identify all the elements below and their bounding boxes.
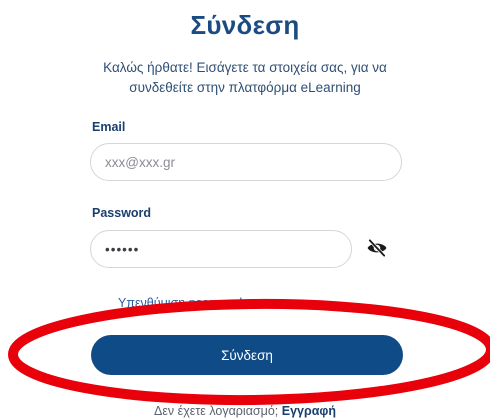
email-field[interactable] [90, 143, 402, 181]
password-field[interactable] [90, 230, 352, 268]
welcome-text: Καλώς ήρθατε! Εισάγετε τα στοιχεία σας, … [103, 60, 387, 95]
email-label: Email [92, 120, 126, 134]
register-link[interactable]: Εγγραφή [282, 404, 336, 418]
password-label: Password [92, 206, 152, 220]
login-button[interactable]: Σύνδεση [91, 335, 403, 375]
login-page: Σύνδεση Καλώς ήρθατε! Εισάγετε τα στοιχε… [0, 0, 490, 419]
eye-slash-icon[interactable] [366, 239, 388, 257]
forgot-password-link[interactable]: Υπενθύμιση password [118, 296, 242, 310]
register-prompt: Δεν έχετε λογαριασμό; Εγγραφή [0, 404, 490, 418]
register-prompt-text: Δεν έχετε λογαριασμό; [153, 404, 282, 418]
page-title: Σύνδεση [190, 10, 300, 40]
